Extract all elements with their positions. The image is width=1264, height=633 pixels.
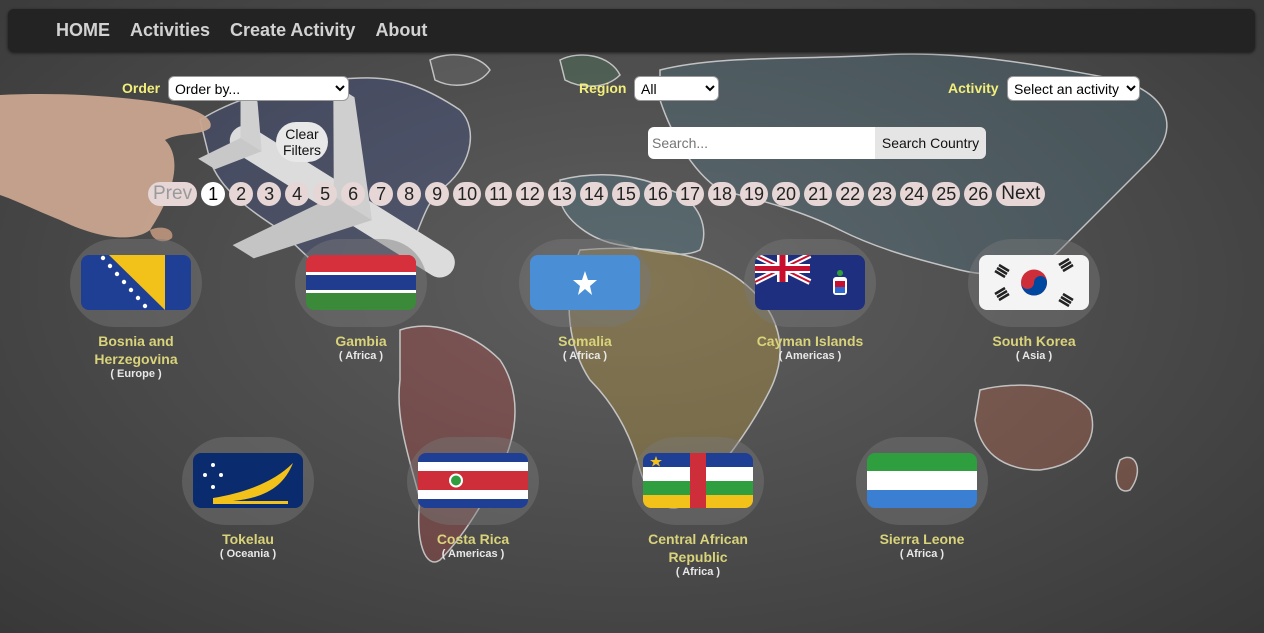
country-name-gambia-text: Gambia [335, 333, 387, 349]
nav-activities-link[interactable]: Activities [130, 20, 210, 41]
country-card-gambia[interactable] [295, 239, 427, 327]
country-name-cayman-islands-text: Cayman Islands [756, 333, 864, 349]
country-name-somalia-text: Somalia [558, 333, 612, 349]
page-button-8[interactable]: 8 [397, 182, 422, 206]
country-card-central-african-republic[interactable] [632, 437, 764, 525]
top-navbar: HOME Activities Create Activity About [8, 9, 1255, 52]
page-button-4[interactable]: 4 [285, 182, 310, 206]
region-select[interactable]: All [634, 76, 719, 101]
pagination: Prev 1 2 3 4 5 6 7 8 9 10 11 12 13 14 15… [148, 182, 1046, 206]
page-button-11[interactable]: 11 [485, 182, 512, 206]
order-label: Order [122, 80, 161, 96]
page-button-24[interactable]: 24 [900, 182, 929, 206]
country-name-bosnia: Bosnia and Herzegovina ( Europe ) [46, 332, 226, 381]
country-name-sierra-leone-text: Sierra Leone [879, 531, 965, 547]
page-button-26[interactable]: 26 [964, 182, 993, 206]
country-name-tokelau-text: Tokelau [222, 531, 274, 547]
somalia-flag-icon [530, 255, 640, 310]
cayman-islands-flag-icon [755, 255, 865, 310]
country-name-cayman-islands: Cayman Islands ( Americas ) [720, 332, 900, 363]
country-name-gambia: Gambia ( Africa ) [271, 332, 451, 363]
country-card-tokelau[interactable] [182, 437, 314, 525]
prev-page-button[interactable]: Prev [148, 182, 198, 206]
country-card-bosnia[interactable] [70, 239, 202, 327]
country-name-car-line1: Central African [648, 531, 748, 547]
page-button-12[interactable]: 12 [515, 182, 544, 206]
nav-create-activity-link[interactable]: Create Activity [230, 20, 355, 41]
gambia-flag-icon [306, 255, 416, 310]
page-button-19[interactable]: 19 [740, 182, 769, 206]
country-region-sierra-leone: ( Africa ) [899, 548, 945, 560]
country-region-tokelau: ( Oceania ) [219, 548, 277, 560]
country-card-south-korea[interactable] [968, 239, 1100, 327]
country-name-south-korea: South Korea ( Asia ) [944, 332, 1124, 363]
country-region-somalia: ( Africa ) [562, 350, 608, 362]
page-button-14[interactable]: 14 [579, 182, 608, 206]
page-button-17[interactable]: 17 [675, 182, 704, 206]
nav-home-link[interactable]: HOME [56, 20, 110, 41]
page-button-16[interactable]: 16 [643, 182, 672, 206]
country-region-costa-rica: ( Americas ) [441, 548, 505, 560]
country-name-somalia: Somalia ( Africa ) [495, 332, 675, 363]
tokelau-flag-icon [193, 453, 303, 508]
central-african-republic-flag-icon [643, 453, 753, 508]
country-region-gambia: ( Africa ) [338, 350, 384, 362]
page-button-18[interactable]: 18 [707, 182, 737, 206]
search-country-button[interactable]: Search Country [875, 127, 986, 159]
page-button-22[interactable]: 22 [836, 182, 865, 206]
country-region-bosnia: ( Europe ) [110, 368, 162, 380]
sierra-leone-flag-icon [867, 453, 977, 508]
country-card-cayman-islands[interactable] [744, 239, 876, 327]
page-button-9[interactable]: 9 [425, 182, 450, 206]
page-button-2[interactable]: 2 [229, 182, 254, 206]
country-region-cayman-islands: ( Americas ) [778, 350, 842, 362]
page-button-7[interactable]: 7 [369, 182, 394, 206]
country-name-bosnia-line2: Herzegovina [94, 351, 178, 367]
page-button-6[interactable]: 6 [341, 182, 366, 206]
search-input[interactable] [648, 127, 875, 159]
page-button-10[interactable]: 10 [453, 182, 482, 206]
page-button-23[interactable]: 23 [868, 182, 897, 206]
costa-rica-flag-icon [418, 453, 528, 508]
country-card-costa-rica[interactable] [407, 437, 539, 525]
country-region-central-african-republic: ( Africa ) [675, 566, 721, 578]
page-button-15[interactable]: 15 [611, 182, 640, 206]
clear-filters-label-line1: Clear [285, 126, 319, 142]
next-page-button[interactable]: Next [996, 182, 1046, 206]
country-name-costa-rica: Costa Rica ( Americas ) [383, 530, 563, 561]
order-select[interactable]: Order by... [168, 76, 349, 101]
country-name-bosnia-line1: Bosnia and [98, 333, 174, 349]
bosnia-flag-icon [81, 255, 191, 310]
page-button-25[interactable]: 25 [932, 182, 961, 206]
clear-filters-button[interactable]: Clear Filters [276, 122, 328, 162]
page-button-13[interactable]: 13 [547, 182, 576, 206]
country-name-car-line2: Republic [668, 549, 728, 565]
south-korea-flag-icon [979, 255, 1089, 310]
region-label: Region [579, 80, 627, 96]
country-name-south-korea-text: South Korea [992, 333, 1076, 349]
country-card-somalia[interactable] [519, 239, 651, 327]
page-button-21[interactable]: 21 [804, 182, 833, 206]
country-name-sierra-leone: Sierra Leone ( Africa ) [832, 530, 1012, 561]
page-button-3[interactable]: 3 [257, 182, 282, 206]
page-button-1[interactable]: 1 [201, 182, 226, 206]
activity-label: Activity [948, 80, 999, 96]
country-name-central-african-republic: Central African Republic ( Africa ) [608, 530, 788, 579]
nav-about-link[interactable]: About [375, 20, 427, 41]
country-region-south-korea: ( Asia ) [1015, 350, 1053, 362]
country-card-sierra-leone[interactable] [856, 437, 988, 525]
clear-filters-label-line2: Filters [282, 142, 322, 158]
page-button-20[interactable]: 20 [772, 182, 801, 206]
country-name-costa-rica-text: Costa Rica [436, 531, 510, 547]
activity-select[interactable]: Select an activity [1007, 76, 1140, 101]
country-name-tokelau: Tokelau ( Oceania ) [158, 530, 338, 561]
page-button-5[interactable]: 5 [313, 182, 338, 206]
